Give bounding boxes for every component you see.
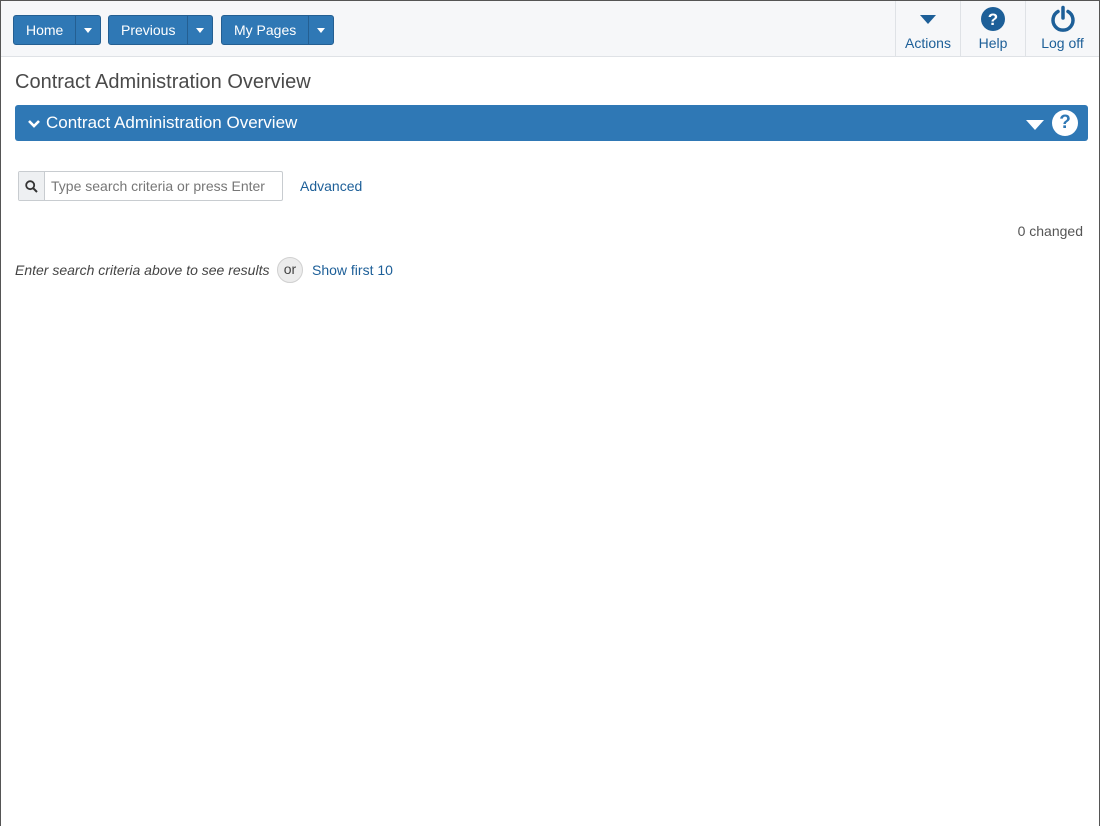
overview-panel-header[interactable]: Contract Administration Overview ? [15,105,1088,141]
previous-dropdown-toggle[interactable] [188,16,212,44]
top-toolbar: Home Previous My Pages Actions ? Help Lo… [1,1,1099,57]
panel-menu-caret-icon[interactable] [1026,120,1044,130]
caret-down-icon [196,27,205,33]
caret-down-icon [84,27,93,33]
actions-caret-icon [919,5,937,33]
home-button-group: Home [13,15,102,45]
help-button[interactable]: ? Help [960,1,1025,57]
caret-down-icon [317,27,326,33]
home-button[interactable]: Home [14,16,77,44]
results-hint: Enter search criteria above to see resul… [15,262,270,278]
my-pages-dropdown-toggle[interactable] [309,16,333,44]
my-pages-button-group: My Pages [221,15,335,45]
help-icon: ? [980,5,1006,33]
logoff-label: Log off [1041,35,1084,51]
previous-button[interactable]: Previous [109,16,189,44]
search-input[interactable] [45,172,282,200]
show-first-link[interactable]: Show first 10 [312,262,393,278]
search-box [18,171,283,201]
logoff-button[interactable]: Log off [1025,1,1099,57]
search-icon[interactable] [19,172,45,200]
power-icon [1049,5,1077,33]
or-badge: or [277,257,303,283]
advanced-search-link[interactable]: Advanced [300,178,362,194]
previous-button-group: Previous [108,15,214,45]
changed-count: 0 changed [1017,223,1083,239]
help-label: Help [978,35,1008,51]
actions-label: Actions [905,35,951,51]
panel-title: Contract Administration Overview [46,113,298,132]
my-pages-button[interactable]: My Pages [222,16,310,44]
panel-help-icon[interactable]: ? [1052,110,1078,136]
page-title: Contract Administration Overview [15,71,311,93]
chevron-down-icon [27,116,41,134]
home-dropdown-toggle[interactable] [76,16,100,44]
actions-button[interactable]: Actions [895,1,960,57]
svg-text:?: ? [988,10,998,29]
